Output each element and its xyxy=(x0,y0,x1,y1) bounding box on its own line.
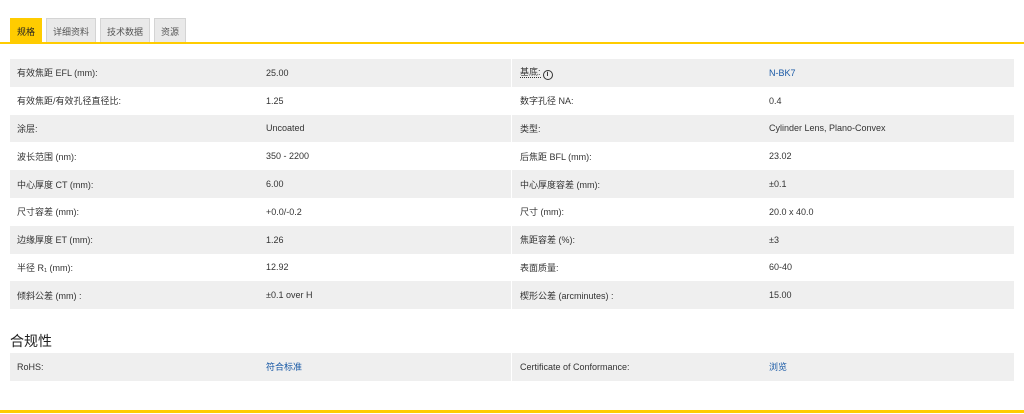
spec-value: 15.00 xyxy=(769,290,792,301)
spec-value: 12.92 xyxy=(266,262,289,273)
spec-label: 涂层: xyxy=(17,123,38,134)
substrate-link[interactable]: N-BK7 xyxy=(769,68,796,78)
table-row: RoHS: 符合标准 Certificate of Conformance: 浏… xyxy=(10,353,1014,381)
spec-label: 中心厚度容差 (mm): xyxy=(520,179,600,190)
spec-value: +0.0/-0.2 xyxy=(266,206,302,217)
spec-value: 60-40 xyxy=(769,262,793,273)
compliance-label: RoHS: xyxy=(17,361,44,372)
spec-label: 数字孔径 NA: xyxy=(520,96,574,107)
column-divider xyxy=(511,281,512,310)
tab-specifications[interactable]: 规格 xyxy=(10,18,43,43)
table-row: 倾斜公差 (mm) : ±0.1 over H 楔形公差 (arcminutes… xyxy=(10,281,1014,310)
spec-label: 边缘厚度 ET (mm): xyxy=(17,235,93,246)
compliance-table: RoHS: 符合标准 Certificate of Conformance: 浏… xyxy=(10,353,1014,381)
table-row: 边缘厚度 ET (mm): 1.26 焦距容差 (%): ±3 xyxy=(10,225,1014,254)
tab-resources[interactable]: 资源 xyxy=(154,18,187,43)
spec-label: 表面质量: xyxy=(520,262,559,273)
certificate-view-link[interactable]: 浏览 xyxy=(769,360,787,373)
info-icon[interactable]: i xyxy=(542,70,553,81)
spec-label: 半径 R₁ (mm): xyxy=(17,262,74,273)
spec-value: 20.0 x 40.0 xyxy=(769,206,814,217)
rohs-link[interactable]: 符合标准 xyxy=(266,360,302,373)
spec-label: 尺寸容差 (mm): xyxy=(17,207,79,218)
spec-value: Uncoated xyxy=(266,123,305,134)
spec-value: 23.02 xyxy=(769,151,792,162)
spec-label: 类型: xyxy=(520,123,541,134)
spec-label: 有效焦距/有效孔径直径比: xyxy=(17,96,122,107)
spec-value: ±3 xyxy=(769,234,779,245)
column-divider xyxy=(511,114,512,143)
spec-value: ±0.1 over H xyxy=(266,290,313,301)
compliance-label: Certificate of Conformance: xyxy=(520,361,630,372)
spec-value: 350 - 2200 xyxy=(266,151,310,162)
spec-label: 有效焦距 EFL (mm): xyxy=(17,68,98,79)
spec-value: 25.00 xyxy=(266,67,289,78)
bottom-accent-rule xyxy=(0,410,1024,413)
table-row: 中心厚度 CT (mm): 6.00 中心厚度容差 (mm): ±0.1 xyxy=(10,170,1014,198)
table-row: 半径 R₁ (mm): 12.92 表面质量: 60-40 xyxy=(10,254,1014,282)
spec-label: 楔形公差 (arcminutes) : xyxy=(520,290,614,301)
spec-value: 1.26 xyxy=(266,234,284,245)
table-row: 有效焦距/有效孔径直径比: 1.25 数字孔径 NA: 0.4 xyxy=(10,87,1014,115)
spec-label: 焦距容差 (%): xyxy=(520,235,575,246)
column-divider xyxy=(511,353,512,381)
spec-label: 基底: i xyxy=(520,65,553,81)
table-row: 波长范围 (nm): 350 - 2200 后焦距 BFL (mm): 23.0… xyxy=(10,142,1014,170)
spec-value: ±0.1 xyxy=(769,179,787,190)
spec-value: 0.4 xyxy=(769,95,782,106)
column-divider xyxy=(511,170,512,198)
substrate-label: 基底: xyxy=(520,67,541,79)
tab-bar: 规格 详细资料 技术数据 资源 xyxy=(10,18,190,43)
spec-table: 有效焦距 EFL (mm): 25.00 基底: i N-BK7 有效焦距/有效孔… xyxy=(10,59,1014,310)
spec-label: 倾斜公差 (mm) : xyxy=(17,290,82,301)
compliance-heading: 合规性 xyxy=(10,333,52,349)
tab-technical-data[interactable]: 技术数据 xyxy=(100,18,151,43)
spec-label: 波长范围 (nm): xyxy=(17,151,77,162)
spec-value: Cylinder Lens, Plano-Convex xyxy=(769,123,886,134)
column-divider xyxy=(511,59,512,87)
spec-label: 中心厚度 CT (mm): xyxy=(17,179,94,190)
table-row: 涂层: Uncoated 类型: Cylinder Lens, Plano-Co… xyxy=(10,114,1014,143)
column-divider xyxy=(511,225,512,254)
tab-details[interactable]: 详细资料 xyxy=(46,18,97,43)
tab-underline xyxy=(0,42,1024,44)
spec-label: 尺寸 (mm): xyxy=(520,207,564,218)
spec-value: 1.25 xyxy=(266,95,284,106)
spec-value: 6.00 xyxy=(266,179,284,190)
table-row: 有效焦距 EFL (mm): 25.00 基底: i N-BK7 xyxy=(10,59,1014,87)
spec-label: 后焦距 BFL (mm): xyxy=(520,151,592,162)
table-row: 尺寸容差 (mm): +0.0/-0.2 尺寸 (mm): 20.0 x 40.… xyxy=(10,198,1014,226)
